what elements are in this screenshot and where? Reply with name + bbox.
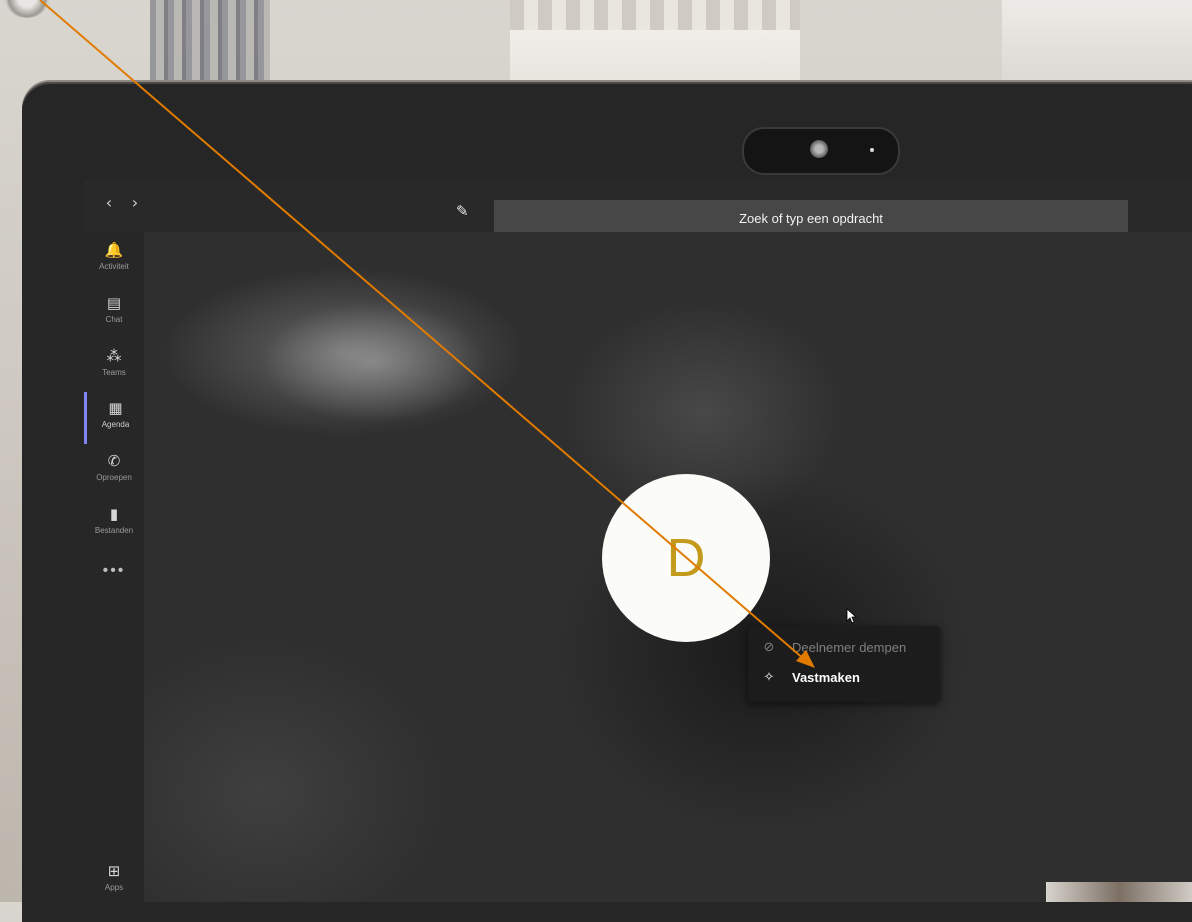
sidebar-item-chat[interactable]: ▤ Chat <box>84 287 144 339</box>
calendar-icon: ▦ <box>108 399 123 417</box>
sidebar-item-agenda[interactable]: ▦ Agenda <box>84 392 144 444</box>
mute-participant-item[interactable]: ⊘ Deelnemer dempen <box>748 633 940 663</box>
app-rail: 🔔 Activiteit ▤ Chat ⁂ Teams ▦ Agenda ✆ O… <box>84 232 144 902</box>
sidebar-item-label: Bestanden <box>94 526 134 535</box>
phone-icon: ✆ <box>107 452 121 470</box>
compose-icon[interactable]: ✎ <box>456 202 474 220</box>
participant-avatar[interactable]: D <box>602 474 770 642</box>
pin-icon: ✧ <box>763 670 775 685</box>
title-bar: ‹ › ✎ Zoek of typ een opdracht <box>84 180 1192 238</box>
bell-icon: 🔔 <box>104 241 124 259</box>
sidebar-item-apps[interactable]: ⊞ Apps <box>84 855 144 892</box>
sidebar-item-label: Oproepen <box>96 473 132 482</box>
sidebar-item-calls[interactable]: ✆ Oproepen <box>84 445 144 497</box>
sidebar-item-label: Teams <box>102 368 126 377</box>
sidebar-item-activity[interactable]: 🔔 Activiteit <box>84 234 144 286</box>
sidebar-item-label: Agenda <box>101 420 130 429</box>
sidebar-item-label: Activiteit <box>99 262 129 271</box>
more-apps-button[interactable]: ••• <box>84 562 144 580</box>
call-stage: D ⊘ Deelnemer dempen ✧ Vastmaken <box>144 232 1192 902</box>
room-shelf <box>150 0 270 90</box>
laptop-webcam <box>742 127 900 175</box>
menu-item-label: Deelnemer dempen <box>792 640 907 655</box>
chevron-right-icon[interactable]: › <box>126 194 144 212</box>
webcam-led <box>870 148 874 152</box>
camera-preview <box>1046 882 1192 902</box>
file-icon: ▮ <box>109 505 119 523</box>
mouse-cursor-icon <box>846 608 858 624</box>
webcam-lens <box>810 140 828 158</box>
chat-icon: ▤ <box>106 294 122 312</box>
apps-icon: ⊞ <box>107 862 121 880</box>
teams-window: ‹ › ✎ Zoek of typ een opdracht 🔔 Activit… <box>84 180 1192 902</box>
chevron-left-icon[interactable]: ‹ <box>100 194 118 212</box>
sidebar-item-label: Apps <box>104 883 124 892</box>
room-security-camera <box>4 0 50 18</box>
pin-item[interactable]: ✧ Vastmaken <box>748 663 940 693</box>
mic-off-icon: ⊘ <box>763 640 775 655</box>
teams-icon: ⁂ <box>106 347 122 365</box>
participant-context-menu: ⊘ Deelnemer dempen ✧ Vastmaken <box>748 626 940 702</box>
sidebar-item-files[interactable]: ▮ Bestanden <box>84 498 144 550</box>
menu-item-label: Vastmaken <box>792 670 860 685</box>
room-window <box>510 0 800 95</box>
sidebar-item-label: Chat <box>105 315 123 324</box>
sidebar-item-teams[interactable]: ⁂ Teams <box>84 340 144 392</box>
